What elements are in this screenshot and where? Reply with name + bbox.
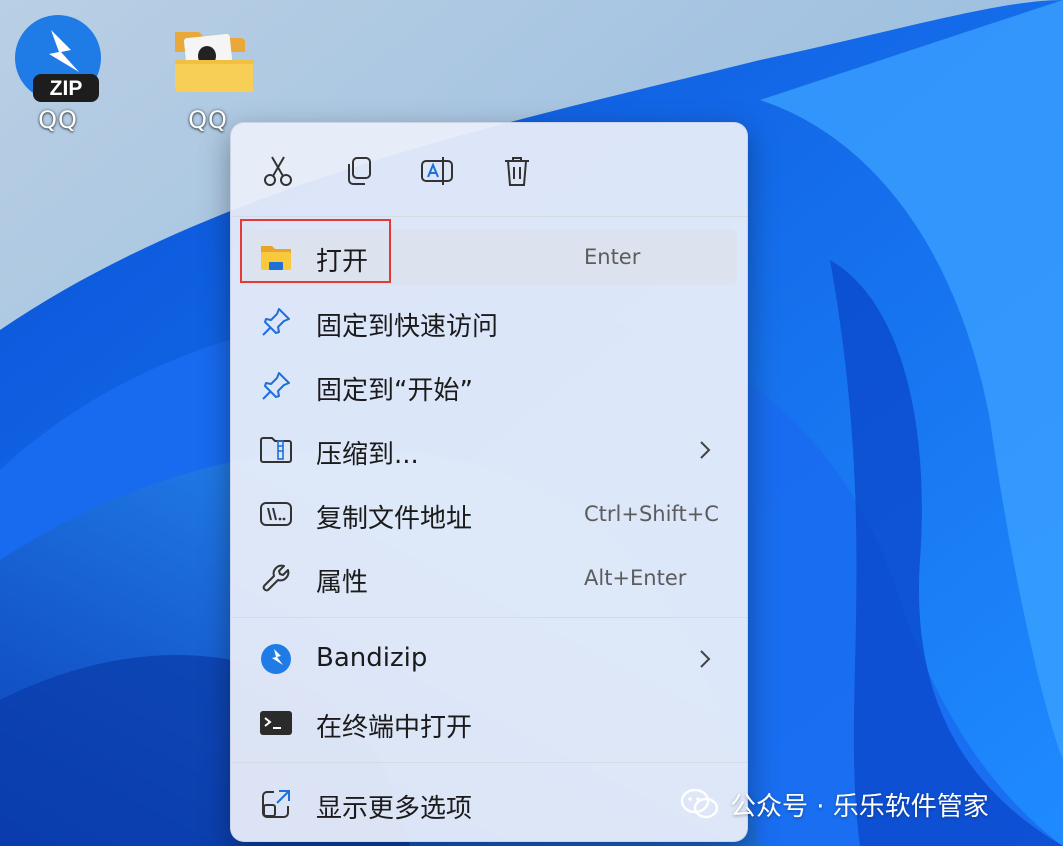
menu-separator	[231, 216, 747, 217]
context-menu-toolbar	[231, 123, 747, 216]
desktop-icon-qq-folder[interactable]: QQ	[153, 14, 263, 134]
menu-item-label: 复制文件地址	[316, 504, 473, 534]
menu-item-compress-to[interactable]: 压缩到...	[239, 422, 737, 478]
menu-item-show-more-options[interactable]: 显示更多选项	[239, 776, 737, 832]
menu-item-pin-quick-access[interactable]: 固定到快速访问	[239, 294, 737, 350]
terminal-icon	[259, 706, 293, 740]
chevron-right-icon	[700, 441, 711, 459]
rename-icon	[421, 157, 453, 185]
pin-icon	[259, 305, 293, 339]
cut-button[interactable]	[256, 149, 300, 193]
chevron-right-icon	[700, 650, 711, 668]
wrench-icon	[259, 561, 293, 595]
menu-item-label: 固定到快速访问	[316, 312, 499, 342]
pin-icon	[259, 369, 293, 403]
menu-item-label: 在终端中打开	[316, 713, 473, 743]
folder-icon	[163, 14, 259, 104]
menu-item-copy-path[interactable]: 复制文件地址 Ctrl+Shift+C	[239, 486, 737, 542]
copy-button[interactable]	[336, 149, 380, 193]
zip-badge-text: ZIP	[50, 77, 83, 100]
copy-path-icon	[259, 497, 293, 531]
menu-separator	[231, 762, 747, 763]
menu-item-label: 显示更多选项	[316, 794, 473, 824]
menu-item-shortcut: Enter	[584, 245, 641, 269]
menu-item-label: Bandizip	[316, 643, 428, 673]
desktop-icon-qq-zip[interactable]: ZIP QQ	[3, 14, 113, 134]
menu-item-open-in-terminal[interactable]: 在终端中打开	[239, 695, 737, 751]
watermark-text: 公众号 · 乐乐软件管家	[730, 791, 989, 822]
menu-item-properties[interactable]: 属性 Alt+Enter	[239, 550, 737, 606]
highlight-box	[240, 219, 391, 283]
wechat-icon	[680, 788, 719, 819]
menu-item-pin-start[interactable]: 固定到“开始”	[239, 358, 737, 414]
delete-button[interactable]	[495, 149, 539, 193]
trash-icon	[505, 157, 529, 186]
bandizip-zip-icon: ZIP	[13, 14, 103, 104]
menu-item-label: 压缩到...	[316, 440, 419, 470]
cut-icon	[264, 156, 292, 186]
menu-item-label: 属性	[316, 568, 369, 598]
menu-item-bandizip[interactable]: Bandizip	[239, 631, 737, 687]
watermark: 公众号 · 乐乐软件管家	[680, 784, 989, 824]
bandizip-icon	[259, 642, 293, 676]
more-options-icon	[259, 787, 293, 821]
zip-folder-icon	[259, 433, 293, 467]
rename-button[interactable]	[415, 149, 459, 193]
menu-item-shortcut: Ctrl+Shift+C	[584, 502, 719, 526]
menu-item-label: 固定到“开始”	[316, 376, 473, 406]
menu-separator	[231, 617, 747, 618]
copy-icon	[348, 157, 371, 185]
desktop-icon-label: QQ	[38, 106, 78, 134]
menu-item-shortcut: Alt+Enter	[584, 566, 687, 590]
